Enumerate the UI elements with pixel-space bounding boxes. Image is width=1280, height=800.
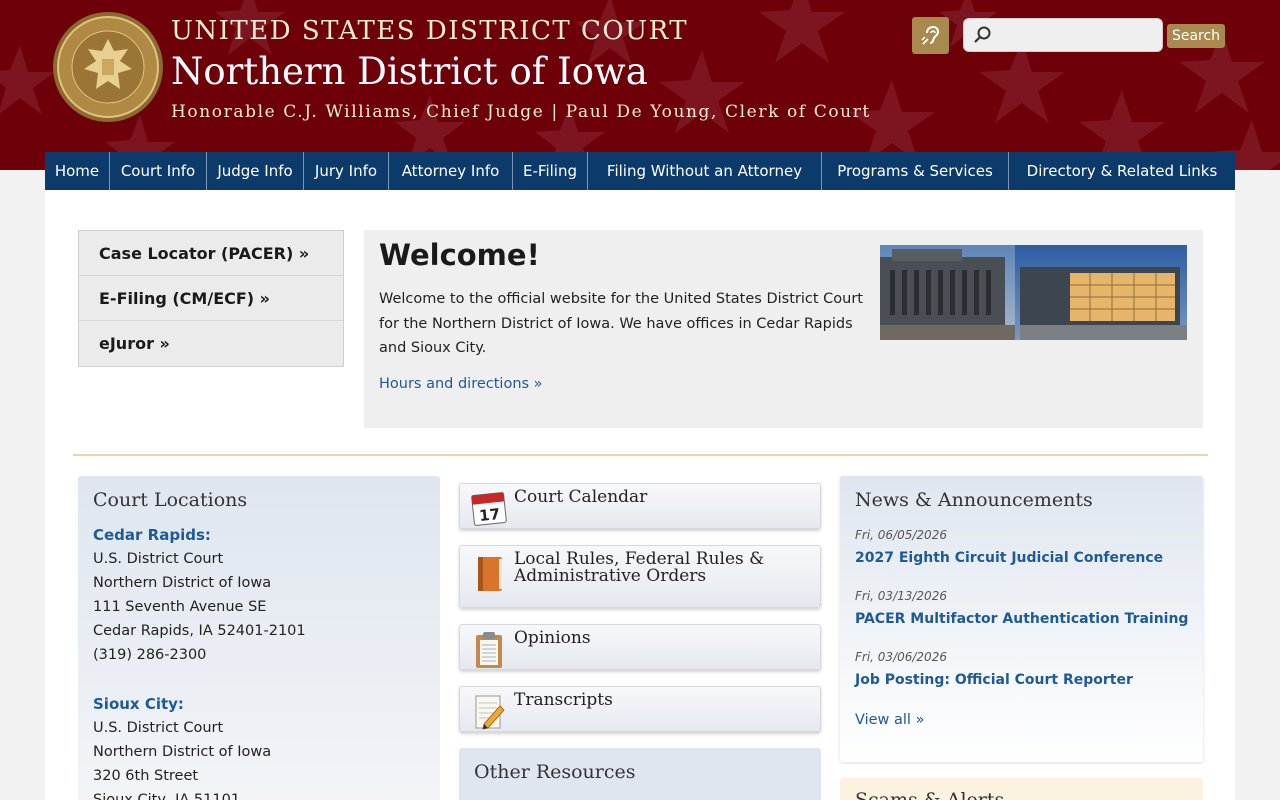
transcripts-title: Transcripts — [514, 690, 613, 710]
location-city-cedar-rapids: Cedar Rapids: — [93, 526, 211, 544]
section-divider — [73, 454, 1208, 456]
news-view-all-link[interactable]: View all » — [855, 712, 924, 728]
court-locations-panel: Court Locations Cedar Rapids: U.S. Distr… — [78, 476, 440, 800]
search-icon — [974, 26, 991, 43]
hearing-accessibility-icon — [920, 25, 939, 45]
news-date: Fri, 03/06/2026 — [855, 650, 947, 664]
welcome-title: Welcome! — [379, 238, 540, 272]
quick-link-ejuror[interactable]: eJuror » — [79, 321, 343, 366]
scams-alerts-panel: Scams & Alerts — [840, 778, 1203, 800]
book-icon — [478, 557, 502, 591]
judge-clerk-line: Honorable C.J. Williams, Chief Judge | P… — [171, 102, 871, 122]
search-input[interactable] — [963, 18, 1163, 52]
notepad-pencil-icon — [475, 695, 505, 730]
opinions-title: Opinions — [514, 628, 591, 648]
nav-e-filing[interactable]: E-Filing — [513, 152, 588, 190]
quick-links: Case Locator (PACER) » E-Filing (CM/ECF)… — [78, 230, 344, 367]
news-date: Fri, 06/05/2026 — [855, 528, 947, 542]
news-announcements-panel: News & Announcements Fri, 06/05/2026 202… — [840, 476, 1203, 762]
court-name-line: UNITED STATES DISTRICT COURT — [171, 16, 689, 46]
location-phone: (319) 286-2300 — [93, 647, 207, 663]
other-resources-title: Other Resources — [474, 761, 636, 783]
local-rules-tile[interactable]: Local Rules, Federal Rules & Administrat… — [459, 545, 821, 608]
welcome-text: Welcome to the official website for the … — [379, 291, 863, 356]
court-locations-title: Court Locations — [93, 489, 248, 511]
nav-jury-info[interactable]: Jury Info — [304, 152, 389, 190]
news-title: News & Announcements — [855, 489, 1093, 511]
court-calendar-title: Court Calendar — [514, 487, 648, 507]
local-rules-title: Local Rules, Federal Rules & Administrat… — [514, 549, 765, 586]
other-resources-panel: Other Resources — [459, 748, 821, 800]
nav-home[interactable]: Home — [45, 152, 110, 190]
location-line: U.S. District Court — [93, 551, 224, 567]
court-seal-icon — [53, 12, 163, 122]
opinions-tile[interactable]: Opinions — [459, 624, 821, 670]
news-item-link[interactable]: 2027 Eighth Circuit Judicial Conference — [855, 550, 1163, 566]
calendar-day: 17 — [478, 505, 501, 525]
accessibility-button[interactable] — [912, 17, 949, 54]
location-line: Northern District of Iowa — [93, 744, 272, 760]
nav-court-info[interactable]: Court Info — [110, 152, 207, 190]
hours-directions-link[interactable]: Hours and directions » — [379, 376, 543, 392]
quick-link-case-locator[interactable]: Case Locator (PACER) » — [79, 231, 343, 276]
search-button[interactable]: Search — [1167, 24, 1225, 48]
scams-title: Scams & Alerts — [855, 789, 1005, 800]
location-line: 111 Seventh Avenue SE — [93, 599, 267, 615]
calendar-icon: 17 — [471, 492, 507, 526]
court-calendar-tile[interactable]: 17 Court Calendar — [459, 483, 821, 529]
district-name: Northern District of Iowa — [171, 50, 648, 93]
nav-directory-links[interactable]: Directory & Related Links — [1009, 152, 1235, 190]
clipboard-icon — [476, 632, 502, 668]
welcome-box: Welcome! Welcome to the official website… — [364, 230, 1203, 428]
location-city-sioux-city: Sioux City: — [93, 695, 184, 713]
nav-filing-without-attorney[interactable]: Filing Without an Attorney — [588, 152, 822, 190]
nav-judge-info[interactable]: Judge Info — [207, 152, 304, 190]
courthouse-photo — [880, 245, 1187, 340]
location-line: Northern District of Iowa — [93, 575, 272, 591]
news-item-link[interactable]: PACER Multifactor Authentication Trainin… — [855, 611, 1188, 627]
nav-programs-services[interactable]: Programs & Services — [822, 152, 1009, 190]
location-line: U.S. District Court — [93, 720, 224, 736]
location-line: Cedar Rapids, IA 52401-2101 — [93, 623, 306, 639]
nav-attorney-info[interactable]: Attorney Info — [389, 152, 513, 190]
news-date: Fri, 03/13/2026 — [855, 589, 947, 603]
news-item-link[interactable]: Job Posting: Official Court Reporter — [855, 672, 1133, 688]
main-navigation: Home Court Info Judge Info Jury Info Att… — [45, 152, 1235, 190]
site-header: UNITED STATES DISTRICT COURT Northern Di… — [0, 0, 1280, 170]
location-line: 320 6th Street — [93, 768, 199, 784]
location-line: Sioux City, IA 51101 — [93, 792, 241, 800]
quick-link-e-filing[interactable]: E-Filing (CM/ECF) » — [79, 276, 343, 321]
transcripts-tile[interactable]: Transcripts — [459, 686, 821, 732]
